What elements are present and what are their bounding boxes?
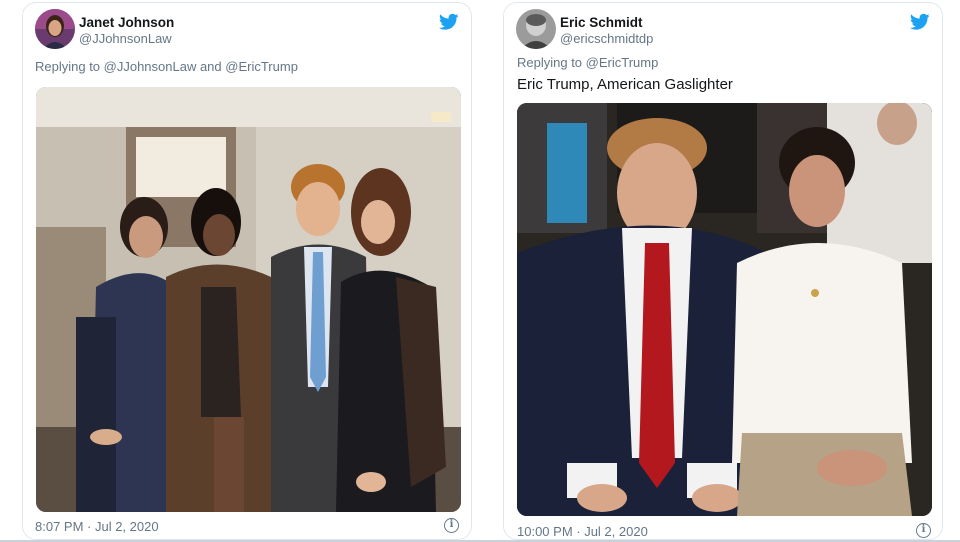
tweet-header: Eric Schmidt @ericschmidtdp xyxy=(516,9,930,53)
user-handle[interactable]: @ericschmidtdp xyxy=(560,31,653,47)
avatar[interactable] xyxy=(35,9,75,49)
twitter-bird-icon[interactable] xyxy=(910,13,930,31)
display-name[interactable]: Eric Schmidt xyxy=(560,15,653,31)
tweet-timestamp[interactable]: 10:00 PM · Jul 2, 2020 xyxy=(517,524,648,540)
replying-to-line[interactable]: Replying to @JJohnsonLaw and @EricTrump xyxy=(35,59,298,75)
tweet-card-eric-schmidt[interactable]: Eric Schmidt @ericschmidtdp Replying to … xyxy=(503,2,943,540)
tweet-photo[interactable] xyxy=(36,87,461,512)
tweet-card-janet-johnson[interactable]: Janet Johnson @JJohnsonLaw Replying to @… xyxy=(22,2,472,540)
avatar[interactable] xyxy=(516,9,556,49)
tweet-header: Janet Johnson @JJohnsonLaw xyxy=(35,9,459,53)
twitter-bird-icon[interactable] xyxy=(439,13,459,31)
tweet-text: Eric Trump, American Gaslighter xyxy=(517,76,733,93)
display-name[interactable]: Janet Johnson xyxy=(79,15,174,31)
replying-to-line[interactable]: Replying to @EricTrump xyxy=(517,55,658,71)
user-handle[interactable]: @JJohnsonLaw xyxy=(79,31,174,47)
info-icon[interactable]: i xyxy=(444,518,459,533)
tweet-timestamp[interactable]: 8:07 PM · Jul 2, 2020 xyxy=(35,519,159,535)
tweet-photo[interactable] xyxy=(517,103,932,516)
info-icon[interactable]: i xyxy=(916,523,931,538)
